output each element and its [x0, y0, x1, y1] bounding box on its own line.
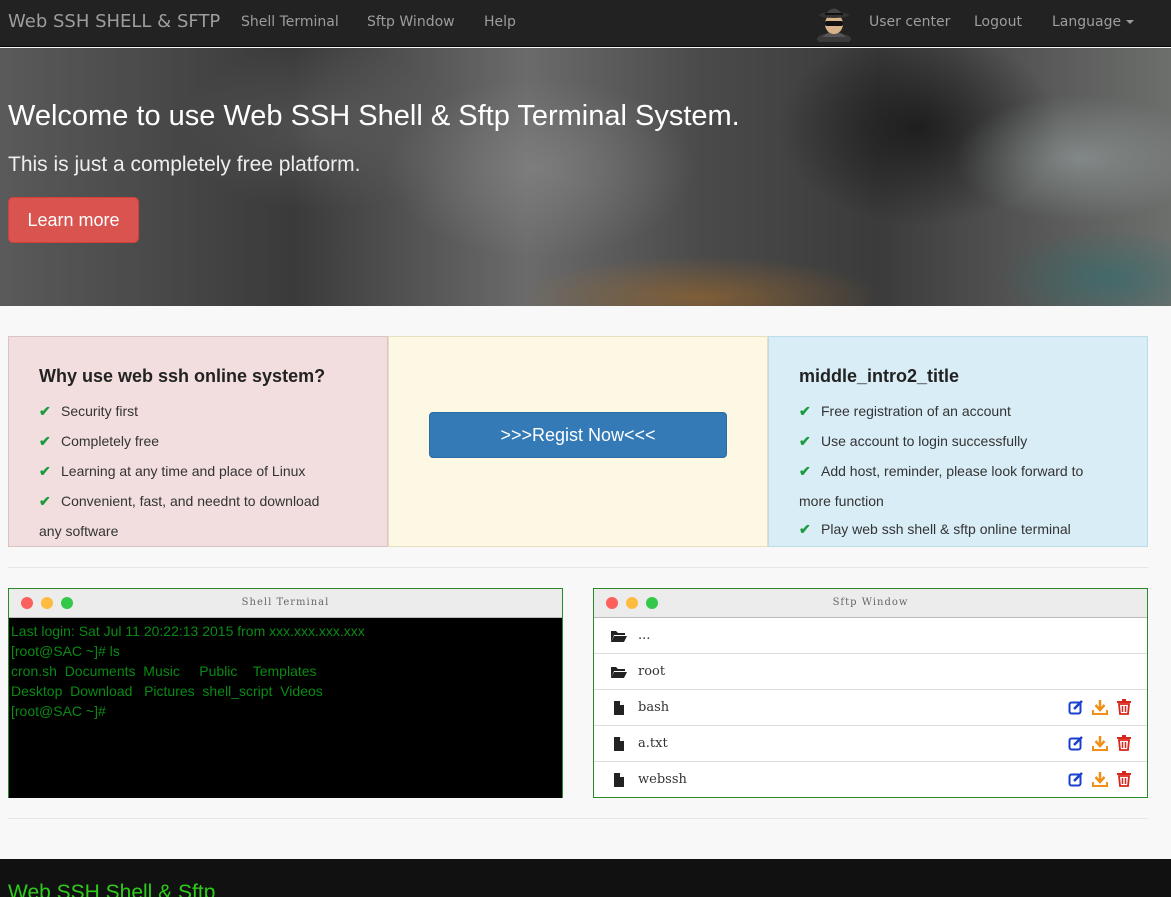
window-title: Shell Terminal [241, 597, 330, 608]
hero-subtitle: This is just a completely free platform. [8, 153, 361, 176]
file-name: root [638, 664, 666, 679]
list-item-text: Play web ssh shell & sftp online termina… [821, 521, 1071, 537]
window-title: Sftp Window [832, 597, 909, 608]
divider [8, 818, 1148, 819]
terminal-prompt: [root@SAC ~]# [11, 703, 106, 719]
list-item: ✔ Completely free [39, 426, 359, 456]
check-icon: ✔ [39, 403, 51, 419]
learn-more-button[interactable]: Learn more [8, 197, 139, 243]
intro-panel-features: middle_intro2_title ✔ Free registration o… [768, 336, 1148, 547]
footer-title: Web SSH Shell & Sftp [8, 881, 216, 897]
hero-banner: Welcome to use Web SSH Shell & Sftp Term… [0, 48, 1171, 306]
language-label: Language [1052, 14, 1122, 30]
edit-icon[interactable] [1068, 699, 1084, 715]
list-item: ✔ Learning at any time and place of Linux [39, 456, 359, 486]
trash-icon[interactable] [1116, 735, 1132, 751]
caret-down-icon [1126, 20, 1135, 24]
file-name: ... [638, 628, 651, 643]
window-titlebar: Sftp Window [594, 589, 1147, 618]
spy-avatar-icon[interactable] [816, 4, 852, 42]
file-name: bash [638, 700, 670, 715]
regist-now-button[interactable]: >>>Regist Now<<< [429, 412, 727, 458]
top-navbar: Web SSH SHELL & SFTP Shell Terminal Sftp… [0, 0, 1171, 47]
list-item: ✔ Free registration of an account [799, 396, 1129, 426]
download-icon[interactable] [1092, 735, 1108, 751]
shell-terminal-window[interactable]: Shell Terminal Last login: Sat Jul 11 20… [8, 588, 563, 798]
list-item-text: Use account to login successfully [821, 433, 1028, 449]
nav-user-center[interactable]: User center [869, 14, 950, 30]
terminal-output[interactable]: Last login: Sat Jul 11 20:22:13 2015 fro… [9, 618, 562, 798]
feature-list: ✔ Free registration of an account ✔ Use ac… [799, 396, 1129, 542]
folder-open-icon [611, 667, 627, 678]
sftp-row-folder[interactable]: root [594, 654, 1147, 690]
list-item: ✔ Use account to login successfully [799, 426, 1129, 456]
check-icon: ✔ [799, 463, 811, 479]
list-item-text: Add host, reminder, please look forward … [821, 463, 1084, 479]
file-icon [614, 737, 624, 751]
nav-sftp-window[interactable]: Sftp Window [367, 14, 455, 30]
trash-icon[interactable] [1116, 771, 1132, 787]
list-item: ✔ Security first [39, 396, 359, 426]
terminal-line: Last login: Sat Jul 11 20:22:13 2015 fro… [11, 623, 365, 639]
list-item-text: Convenient, fast, and neednt to download [61, 493, 320, 509]
list-item-text: Learning at any time and place of Linux [61, 463, 306, 479]
list-item: ✔ Add host, reminder, please look forward… [799, 456, 1129, 486]
check-icon: ✔ [799, 403, 811, 419]
nav-logout[interactable]: Logout [974, 14, 1022, 30]
window-titlebar: Shell Terminal [9, 589, 562, 618]
nav-help[interactable]: Help [484, 14, 516, 30]
intro-panel-regist: >>>Regist Now<<< [388, 336, 768, 547]
list-item-continuation: any software [39, 523, 119, 539]
download-icon[interactable] [1092, 699, 1108, 715]
check-icon: ✔ [39, 463, 51, 479]
check-icon: ✔ [39, 493, 51, 509]
folder-open-icon [611, 631, 627, 642]
nav-shell-terminal[interactable]: Shell Terminal [241, 14, 339, 30]
feature-list: ✔ Security first ✔ Completely free ✔ Learni… [39, 396, 359, 546]
check-icon: ✔ [39, 433, 51, 449]
check-icon: ✔ [799, 433, 811, 449]
panel-title: middle_intro2_title [799, 366, 960, 386]
terminal-line: Desktop Download Pictures shell_script V… [11, 683, 323, 699]
sftp-file-list: ... root bash a.txt webssh [594, 618, 1147, 798]
download-icon[interactable] [1092, 771, 1108, 787]
footer: Web SSH Shell & Sftp [0, 859, 1171, 897]
sftp-row-file[interactable]: webssh [594, 762, 1147, 798]
divider [8, 567, 1148, 568]
terminal-line: [root@SAC ~]# ls [11, 643, 120, 659]
list-item: ✔ Play web ssh shell & sftp online termin… [799, 516, 1129, 542]
terminal-line: cron.sh Documents Music Public Templates [11, 663, 317, 679]
nav-language-dropdown[interactable]: Language [1052, 14, 1135, 30]
list-item: ✔ Convenient, fast, and neednt to downloa… [39, 486, 359, 516]
sftp-row-parent[interactable]: ... [594, 618, 1147, 654]
sftp-row-file[interactable]: a.txt [594, 726, 1147, 762]
panel-title: Why use web ssh online system? [39, 366, 326, 386]
edit-icon[interactable] [1068, 771, 1084, 787]
check-icon: ✔ [799, 521, 811, 537]
file-name: webssh [638, 772, 687, 787]
list-item-text: Completely free [61, 433, 160, 449]
intro-panel-why: Why use web ssh online system? ✔ Security… [8, 336, 388, 547]
file-name: a.txt [638, 736, 668, 751]
list-item-continuation: more function [799, 493, 884, 509]
hero-title: Welcome to use Web SSH Shell & Sftp Term… [8, 100, 740, 132]
sftp-window[interactable]: Sftp Window ... root bash a.txt webssh [593, 588, 1148, 798]
brand-link[interactable]: Web SSH SHELL & SFTP [8, 11, 220, 32]
edit-icon[interactable] [1068, 735, 1084, 751]
file-icon [614, 773, 624, 787]
sftp-row-file[interactable]: bash [594, 690, 1147, 726]
list-item-text: Free registration of an account [821, 403, 1011, 419]
trash-icon[interactable] [1116, 699, 1132, 715]
list-item-text: Security first [61, 403, 139, 419]
file-icon [614, 701, 624, 715]
